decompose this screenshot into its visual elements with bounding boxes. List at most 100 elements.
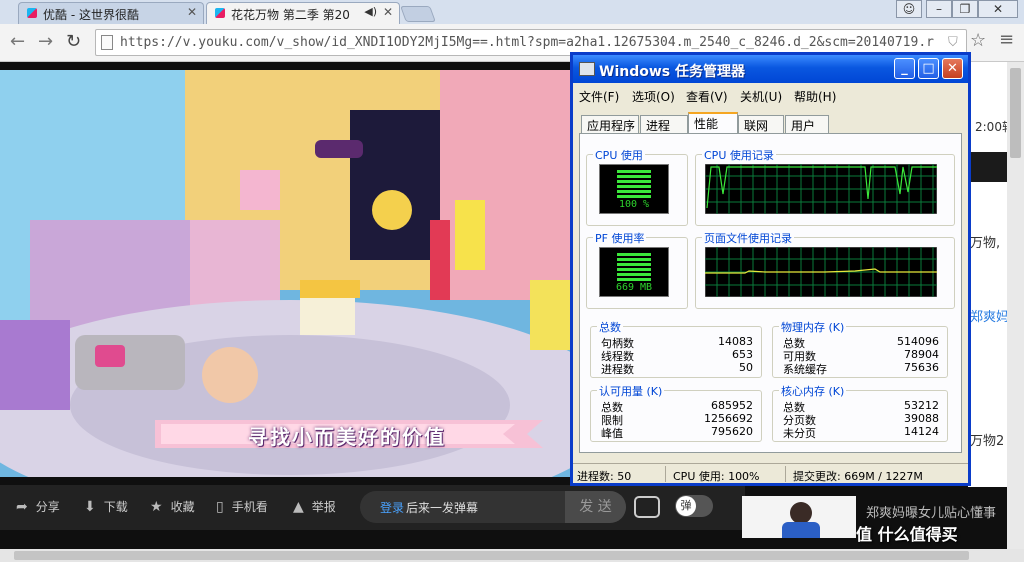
- physical-total-value: 514096: [897, 335, 939, 348]
- vertical-scrollbar[interactable]: [1007, 62, 1024, 552]
- task-manager-statusbar: 进程数: 50 CPU 使用: 100% 提交更改: 669M / 1227M: [573, 463, 968, 484]
- side-text-2[interactable]: 郑爽妈: [970, 306, 1009, 325]
- mobile-watch-button[interactable]: ▯ 手机看: [216, 498, 268, 515]
- danmu-toggle[interactable]: 弹: [675, 495, 713, 517]
- status-separator: [785, 466, 786, 482]
- commit-peak-label: 峰值: [601, 427, 623, 440]
- menu-options[interactable]: 选项(O): [632, 88, 675, 105]
- system-cache-row: 系统缓存 75636: [783, 361, 939, 376]
- task-manager-window[interactable]: Windows 任务管理器 _ □ ✕ 文件(F) 选项(O) 查看(V) 关机…: [570, 52, 971, 486]
- cpu-meter-bars: [617, 170, 651, 198]
- pf-usage-label: PF 使用率: [593, 230, 647, 246]
- url-text[interactable]: https://v.youku.com/v_show/id_XNDI1ODY2M…: [120, 35, 940, 50]
- scrollbar-thumb[interactable]: [1010, 68, 1021, 158]
- cpu-usage-value: 100 %: [618, 199, 650, 210]
- pf-meter-bars: [617, 253, 651, 281]
- tab-applications[interactable]: 应用程序: [581, 115, 639, 133]
- speaker-icon[interactable]: ◀): [364, 5, 377, 18]
- minimize-button[interactable]: –: [926, 0, 952, 18]
- commit-total-value: 685952: [711, 399, 753, 412]
- share-button[interactable]: ➦ 分享: [16, 498, 60, 515]
- tab-users[interactable]: 用户: [785, 115, 829, 133]
- side-text-3[interactable]: 万物2: [970, 430, 1004, 449]
- tab-video[interactable]: 花花万物 第二季 第20 ◀) ✕: [206, 2, 400, 24]
- download-button[interactable]: ⬇ 下载: [84, 498, 128, 515]
- danmu-input-box[interactable]: 登录 后来一发弹幕 发 送: [360, 491, 626, 523]
- video-subtitle: 寻找小而美好的价值: [248, 425, 446, 449]
- page-icon: [101, 35, 113, 50]
- danmu-placeholder: 后来一发弹幕: [406, 501, 479, 515]
- threads-row: 线程数 653: [601, 348, 753, 363]
- shield-icon[interactable]: ⛉: [948, 35, 958, 50]
- tab-youku-home[interactable]: 优酷 - 这世界很酷 ✕: [18, 2, 204, 24]
- menu-shutdown[interactable]: 关机(U): [740, 88, 782, 105]
- side-block: [968, 152, 1008, 182]
- smzdm-watermark: 值 什么值得买: [856, 525, 958, 544]
- commit-limit-value: 1256692: [704, 412, 753, 425]
- task-manager-titlebar[interactable]: Windows 任务管理器 _ □ ✕: [573, 55, 968, 83]
- pf-usage-meter: 669 MB: [599, 247, 669, 297]
- pf-history-group: 页面文件使用记录: [695, 230, 955, 309]
- close-window-button[interactable]: ✕: [978, 0, 1018, 18]
- report-button[interactable]: ▲ 举报: [293, 498, 336, 515]
- danmu-send-button[interactable]: 发 送: [565, 491, 626, 523]
- kernel-total-row: 总数 53212: [783, 399, 939, 414]
- danmu-login-link[interactable]: 登录: [380, 499, 404, 516]
- kernel-total-value: 53212: [904, 399, 939, 412]
- close-tab-icon[interactable]: ✕: [187, 5, 197, 19]
- tm-minimize-button[interactable]: _: [894, 58, 915, 79]
- related-title[interactable]: 郑爽妈曝女儿贴心懂事: [866, 502, 996, 521]
- favorite-label: 收藏: [170, 500, 195, 514]
- tab-performance[interactable]: 性能: [688, 112, 738, 134]
- performance-pane: CPU 使用 100 % CPU 使用记录 PF 使用率 669 MB 页面文件…: [579, 133, 962, 453]
- cpu-usage-label: CPU 使用: [593, 147, 645, 163]
- video-player[interactable]: [0, 70, 570, 477]
- threads-value: 653: [732, 348, 753, 361]
- kernel-nonpaged-row: 未分页 14124: [783, 425, 939, 440]
- tm-maximize-button[interactable]: □: [918, 58, 939, 79]
- task-manager-menubar: 文件(F) 选项(O) 查看(V) 关机(U) 帮助(H): [573, 83, 968, 105]
- youku-favicon: [215, 8, 225, 18]
- menu-icon[interactable]: ≡: [999, 29, 1014, 50]
- h-scrollbar-thumb[interactable]: [14, 551, 969, 560]
- physical-available-value: 78904: [904, 348, 939, 361]
- new-tab-button[interactable]: [400, 6, 436, 22]
- horizontal-scrollbar[interactable]: [0, 549, 1024, 562]
- kernel-paged-value: 39088: [904, 412, 939, 425]
- close-tab-icon[interactable]: ✕: [383, 5, 393, 19]
- menu-file[interactable]: 文件(F): [579, 88, 619, 105]
- profile-icon[interactable]: ☺: [896, 0, 922, 18]
- tab-networking[interactable]: 联网: [738, 115, 784, 133]
- menu-help[interactable]: 帮助(H): [794, 88, 836, 105]
- commit-peak-value: 795620: [711, 425, 753, 438]
- status-commit: 提交更改: 669M / 1227M: [793, 470, 923, 483]
- status-cpu: CPU 使用: 100%: [673, 470, 760, 483]
- reload-icon[interactable]: ↻: [66, 31, 81, 52]
- favorite-button[interactable]: ★ 收藏: [150, 498, 195, 515]
- processes-value: 50: [739, 361, 753, 374]
- share-label: 分享: [35, 500, 60, 514]
- download-icon: ⬇: [84, 499, 96, 515]
- thumbnail-body: [782, 522, 820, 538]
- totals-label: 总数: [597, 319, 623, 335]
- restore-button[interactable]: ❐: [952, 0, 978, 18]
- tab-processes[interactable]: 进程: [640, 115, 688, 133]
- commit-charge-label: 认可用量 (K): [597, 383, 665, 399]
- pf-usage-value: 669 MB: [615, 282, 653, 293]
- tab-bar: 优酷 - 这世界很酷 ✕ 花花万物 第二季 第20 ◀) ✕ ☺ – ❐ ✕: [0, 0, 1024, 24]
- bookmark-star-icon[interactable]: ☆: [970, 30, 986, 51]
- kernel-paged-row: 分页数 39088: [783, 412, 939, 427]
- back-icon[interactable]: ←: [10, 31, 25, 52]
- menu-view[interactable]: 查看(V): [686, 88, 728, 105]
- mobile-watch-label: 手机看: [231, 500, 268, 514]
- handles-value: 14083: [718, 335, 753, 348]
- forward-icon[interactable]: →: [38, 31, 53, 52]
- commit-charge-group: 认可用量 (K) 总数 685952 限制 1256692 峰值 795620: [590, 383, 762, 442]
- status-separator: [665, 466, 666, 482]
- tm-close-button[interactable]: ✕: [942, 58, 963, 79]
- side-text-1[interactable]: 万物,: [970, 232, 1000, 251]
- related-thumbnail[interactable]: [742, 496, 856, 538]
- danmu-settings-icon[interactable]: [634, 496, 660, 518]
- share-icon: ➦: [16, 499, 28, 515]
- video-frame: [0, 70, 570, 477]
